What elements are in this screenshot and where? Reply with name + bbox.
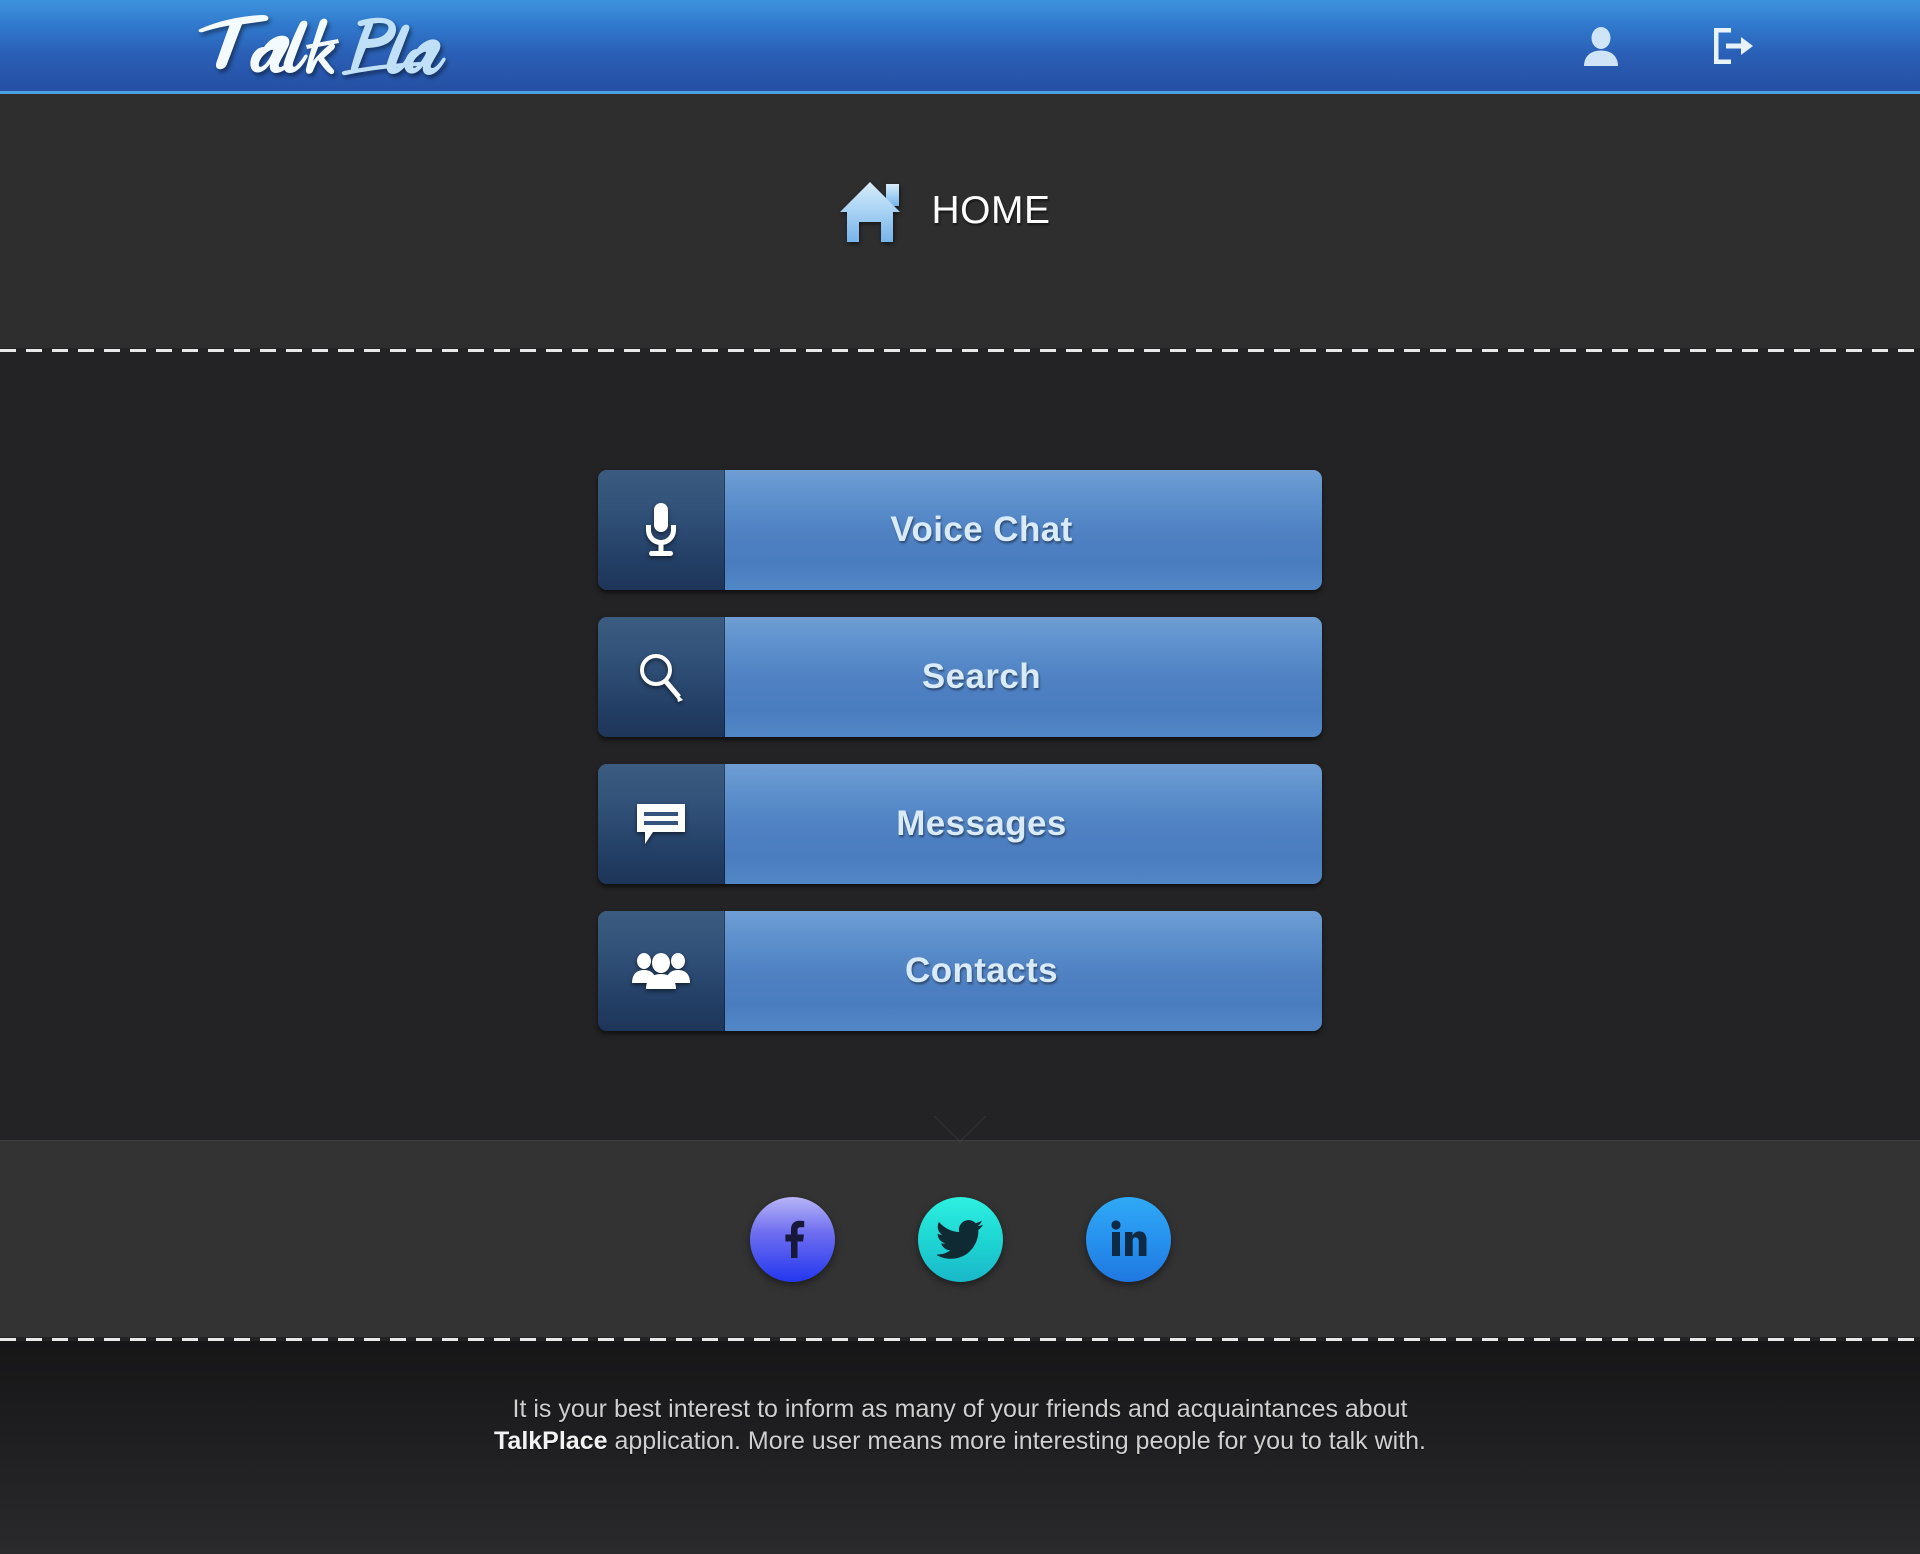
message-bubble-icon <box>598 764 725 884</box>
footer-line2: application. More user means more intere… <box>607 1427 1426 1455</box>
brand-logo[interactable] <box>188 4 458 84</box>
footer-text: It is your best interest to inform as ma… <box>470 1393 1450 1457</box>
page-title-section: HOME <box>0 94 1920 348</box>
page-title: HOME <box>931 189 1051 232</box>
social-section <box>0 1140 1920 1337</box>
search-label: Search <box>921 657 1042 696</box>
voice-chat-label: Voice Chat <box>890 510 1073 549</box>
messages-body: Messages <box>725 764 1322 884</box>
home-icon <box>838 176 914 246</box>
main-menu: Voice Chat Search Messages Contacts <box>598 470 1322 1031</box>
search-icon <box>598 617 725 737</box>
contacts-body: Contacts <box>725 911 1322 1031</box>
section-notch <box>934 1115 986 1141</box>
contacts-label: Contacts <box>905 951 1058 990</box>
messages-button[interactable]: Messages <box>598 764 1322 884</box>
contacts-button[interactable]: Contacts <box>598 911 1322 1031</box>
voice-chat-button[interactable]: Voice Chat <box>598 470 1322 590</box>
footer-brand: TalkPlace <box>494 1427 608 1455</box>
app-header <box>0 0 1920 94</box>
twitter-icon[interactable] <box>917 1196 1003 1282</box>
people-group-icon <box>598 911 725 1031</box>
search-body: Search <box>725 617 1322 737</box>
app-footer: It is your best interest to inform as ma… <box>0 1341 1920 1554</box>
voice-chat-body: Voice Chat <box>725 470 1322 590</box>
messages-label: Messages <box>896 804 1067 843</box>
header-actions <box>1578 0 1756 91</box>
microphone-icon <box>598 470 725 590</box>
logout-icon[interactable] <box>1710 23 1756 69</box>
facebook-icon[interactable] <box>749 1196 835 1282</box>
search-button[interactable]: Search <box>598 617 1322 737</box>
linkedin-icon[interactable] <box>1085 1196 1171 1282</box>
main-content: Voice Chat Search Messages Contacts <box>0 352 1920 1141</box>
footer-line1: It is your best interest to inform as ma… <box>512 1395 1408 1423</box>
profile-icon[interactable] <box>1578 23 1624 69</box>
